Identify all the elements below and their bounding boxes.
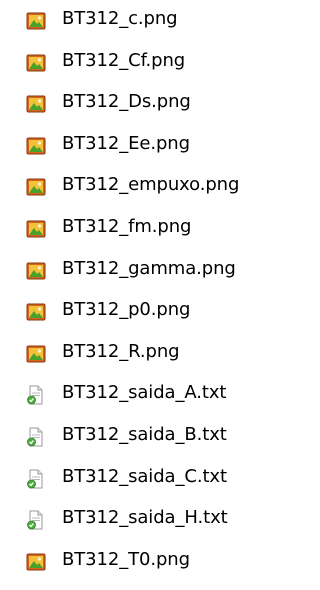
file-list: BT312_c.png BT312_Cf.png BT312_Ds.png BT… <box>0 0 268 590</box>
png-image-icon <box>26 177 46 197</box>
file-name: BT312_saida_H.txt <box>62 507 228 529</box>
file-row[interactable]: BT312_Cf.png <box>0 44 268 80</box>
file-row[interactable]: BT312_p0.png <box>0 293 268 329</box>
file-name: BT312_T0.png <box>62 548 190 570</box>
file-name: BT312_R.png <box>62 340 180 362</box>
png-image-icon <box>26 136 46 156</box>
file-name: BT312_saida_C.txt <box>62 465 227 487</box>
file-row[interactable]: BT312_T0.png <box>0 543 268 579</box>
png-image-icon <box>26 302 46 322</box>
file-name: BT312_Ds.png <box>62 91 191 113</box>
png-image-icon <box>26 53 46 73</box>
file-row[interactable]: BT312_saida_A.txt <box>0 376 268 412</box>
file-name: BT312_c.png <box>62 8 178 29</box>
file-row[interactable]: BT312_Ee.png <box>0 127 268 163</box>
file-row[interactable]: BT312_R.png <box>0 335 268 371</box>
file-name: BT312_Cf.png <box>62 49 186 71</box>
file-name: BT312_empuxo.png <box>62 174 240 196</box>
file-row[interactable]: BT312_Ds.png <box>0 85 268 121</box>
file-name: BT312_Ee.png <box>62 132 190 154</box>
file-row[interactable]: BT312_saida_C.txt <box>0 460 268 496</box>
file-name: BT312_fm.png <box>62 216 192 237</box>
png-image-icon <box>26 94 46 114</box>
file-name: BT312_saida_A.txt <box>62 382 227 404</box>
png-image-icon <box>26 261 46 281</box>
file-row[interactable]: BT312_fm.png <box>0 210 268 246</box>
txt-file-icon <box>26 469 46 489</box>
png-image-icon <box>26 219 46 239</box>
file-name: BT312_gamma.png <box>62 257 236 279</box>
txt-file-icon <box>26 510 46 530</box>
file-name: BT312_saida_B.txt <box>62 424 227 445</box>
file-name: BT312_p0.png <box>62 299 191 321</box>
file-row[interactable]: BT312_c.png <box>0 2 268 38</box>
png-image-icon <box>26 344 46 364</box>
txt-file-icon <box>26 427 46 447</box>
png-image-icon <box>26 11 46 31</box>
file-row[interactable]: BT312_saida_B.txt <box>0 418 268 454</box>
file-row[interactable]: BT312_empuxo.png <box>0 168 268 204</box>
file-row[interactable]: BT312_gamma.png <box>0 252 268 288</box>
file-row[interactable]: BT312_saida_H.txt <box>0 501 268 537</box>
txt-file-icon <box>26 385 46 405</box>
png-image-icon <box>26 552 46 572</box>
